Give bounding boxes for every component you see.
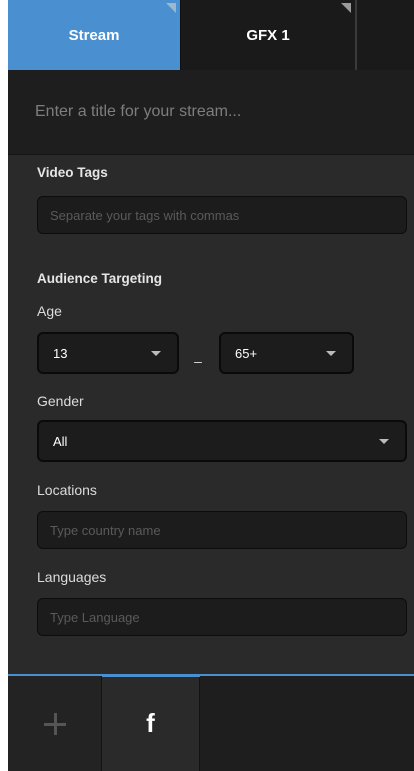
tab-stream-label: Stream bbox=[68, 26, 120, 44]
gender-value: All bbox=[53, 433, 68, 449]
locations-input[interactable] bbox=[37, 511, 407, 549]
facebook-destination-tab[interactable]: f bbox=[102, 674, 200, 771]
age-max-value: 65+ bbox=[235, 345, 258, 361]
destination-bar: f bbox=[8, 674, 414, 771]
tab-gfx-1[interactable]: GFX 1 bbox=[180, 0, 356, 70]
add-destination-button[interactable] bbox=[8, 676, 102, 771]
facebook-icon: f bbox=[146, 708, 155, 738]
tab-extra[interactable] bbox=[356, 0, 414, 70]
stream-title-input[interactable] bbox=[8, 70, 414, 154]
tab-bar: Stream GFX 1 bbox=[8, 0, 414, 70]
gender-label: Gender bbox=[37, 393, 84, 409]
tab-stream[interactable]: Stream bbox=[8, 0, 180, 70]
video-tags-input[interactable] bbox=[37, 196, 407, 234]
audience-targeting-heading: Audience Targeting bbox=[37, 271, 163, 286]
chevron-down-icon bbox=[379, 439, 389, 444]
stream-settings-panel: Stream GFX 1 Video Tags Audience Targeti… bbox=[8, 0, 414, 771]
video-tags-label: Video Tags bbox=[37, 165, 108, 180]
tab-gfx-1-label: GFX 1 bbox=[246, 26, 290, 44]
gender-select[interactable]: All bbox=[37, 420, 407, 462]
age-label: Age bbox=[37, 303, 62, 319]
languages-label: Languages bbox=[37, 569, 107, 585]
locations-label: Locations bbox=[37, 482, 97, 498]
chevron-down-icon bbox=[151, 351, 161, 356]
tab-corner-indicator-icon[interactable] bbox=[341, 3, 351, 13]
plus-icon bbox=[43, 712, 66, 735]
tab-corner-indicator-icon[interactable] bbox=[166, 3, 176, 13]
chevron-down-icon bbox=[326, 351, 336, 356]
stream-title-bar bbox=[8, 70, 414, 155]
age-range-separator: – bbox=[194, 353, 202, 369]
age-min-value: 13 bbox=[53, 345, 68, 361]
languages-input[interactable] bbox=[37, 598, 407, 636]
age-max-select[interactable]: 65+ bbox=[219, 332, 354, 374]
age-min-select[interactable]: 13 bbox=[37, 332, 179, 374]
